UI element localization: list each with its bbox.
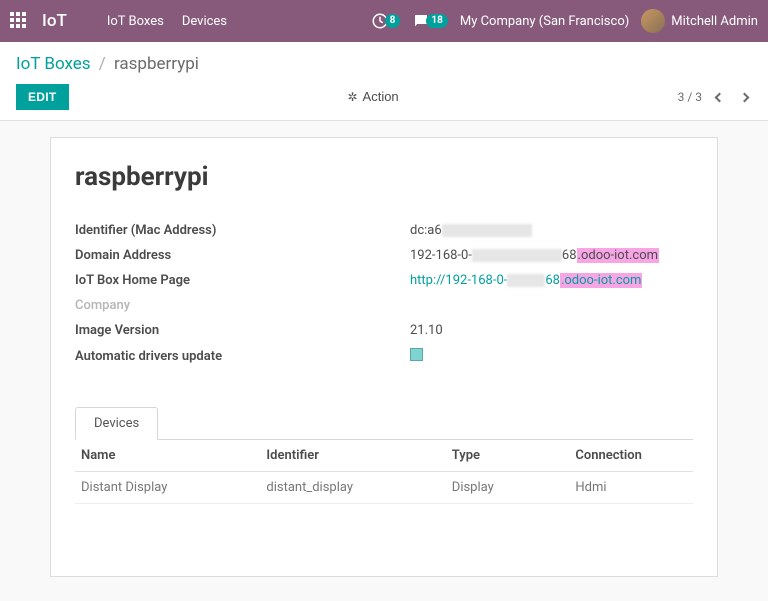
col-name[interactable]: Name bbox=[75, 440, 260, 472]
label-domain: Domain Address bbox=[75, 248, 410, 263]
col-identifier[interactable]: Identifier bbox=[260, 440, 445, 472]
nav-iot-boxes[interactable]: IoT Boxes bbox=[107, 14, 164, 29]
cell-identifier: distant_display bbox=[260, 472, 445, 504]
activity-button[interactable]: 8 bbox=[371, 12, 401, 30]
action-label: Action bbox=[363, 89, 399, 104]
label-homepage: IoT Box Home Page bbox=[75, 273, 410, 288]
value-image-version: 21.10 bbox=[410, 323, 443, 338]
cell-name: Distant Display bbox=[75, 472, 260, 504]
avatar bbox=[641, 9, 665, 33]
redacted bbox=[472, 249, 562, 262]
value-homepage[interactable]: http://192-168-0-68.odoo-iot.com bbox=[410, 273, 642, 288]
navbar: IoT IoT Boxes Devices 8 18 My Company (S… bbox=[0, 0, 768, 42]
company-switcher[interactable]: My Company (San Francisco) bbox=[460, 14, 629, 29]
pager-count: 3 / 3 bbox=[678, 90, 702, 104]
breadcrumb-sep: / bbox=[99, 54, 106, 74]
highlight: .odoo-iot.com bbox=[560, 273, 642, 288]
redacted bbox=[507, 274, 545, 287]
label-identifier: Identifier (Mac Address) bbox=[75, 223, 410, 238]
table-row[interactable]: Distant Display distant_display Display … bbox=[75, 472, 693, 504]
highlight: .odoo-iot.com bbox=[577, 248, 659, 263]
user-name: Mitchell Admin bbox=[671, 14, 758, 29]
checkbox-checked-icon[interactable] bbox=[410, 348, 423, 361]
chevron-right-icon bbox=[740, 93, 750, 103]
activity-badge: 8 bbox=[385, 14, 401, 28]
field-auto-drivers: Automatic drivers update bbox=[75, 343, 693, 370]
nav-devices[interactable]: Devices bbox=[182, 14, 227, 29]
control-panel: IoT Boxes / raspberrypi EDIT ✲ Action 3 … bbox=[0, 42, 768, 121]
label-auto-drivers: Automatic drivers update bbox=[75, 349, 410, 364]
field-domain: Domain Address 192-168-0-68.odoo-iot.com bbox=[75, 243, 693, 268]
value-domain: 192-168-0-68.odoo-iot.com bbox=[410, 248, 659, 263]
col-type[interactable]: Type bbox=[446, 440, 570, 472]
table-header-row: Name Identifier Type Connection bbox=[75, 440, 693, 472]
col-connection[interactable]: Connection bbox=[569, 440, 693, 472]
tabs: Devices bbox=[75, 406, 693, 440]
field-identifier: Identifier (Mac Address) dc:a6 bbox=[75, 218, 693, 243]
apps-icon[interactable] bbox=[10, 12, 28, 30]
record-title: raspberrypi bbox=[75, 162, 693, 192]
pager: 3 / 3 bbox=[678, 86, 752, 108]
breadcrumb-parent[interactable]: IoT Boxes bbox=[16, 54, 91, 74]
messaging-badge: 18 bbox=[426, 14, 447, 28]
redacted bbox=[442, 224, 532, 237]
devices-table: Name Identifier Type Connection Distant … bbox=[75, 440, 693, 504]
field-homepage: IoT Box Home Page http://192-168-0-68.od… bbox=[75, 268, 693, 293]
cell-connection: Hdmi bbox=[569, 472, 693, 504]
breadcrumb: IoT Boxes / raspberrypi bbox=[16, 54, 752, 74]
value-auto-drivers bbox=[410, 348, 423, 365]
brand[interactable]: IoT bbox=[42, 11, 67, 31]
form-sheet: raspberrypi Identifier (Mac Address) dc:… bbox=[50, 137, 718, 577]
label-company: Company bbox=[75, 298, 410, 313]
user-menu[interactable]: Mitchell Admin bbox=[641, 9, 758, 33]
gear-icon: ✲ bbox=[347, 90, 357, 104]
action-menu[interactable]: ✲ Action bbox=[347, 89, 398, 104]
label-image-version: Image Version bbox=[75, 323, 410, 338]
breadcrumb-current: raspberrypi bbox=[114, 54, 199, 74]
pager-next[interactable] bbox=[737, 86, 752, 108]
chevron-left-icon bbox=[715, 93, 725, 103]
edit-button[interactable]: EDIT bbox=[16, 84, 69, 110]
tab-devices[interactable]: Devices bbox=[75, 407, 158, 440]
cell-type: Display bbox=[446, 472, 570, 504]
field-company: Company bbox=[75, 293, 693, 318]
pager-prev[interactable] bbox=[712, 86, 727, 108]
field-image-version: Image Version 21.10 bbox=[75, 318, 693, 343]
messaging-button[interactable]: 18 bbox=[412, 12, 447, 30]
value-identifier: dc:a6 bbox=[410, 223, 532, 238]
